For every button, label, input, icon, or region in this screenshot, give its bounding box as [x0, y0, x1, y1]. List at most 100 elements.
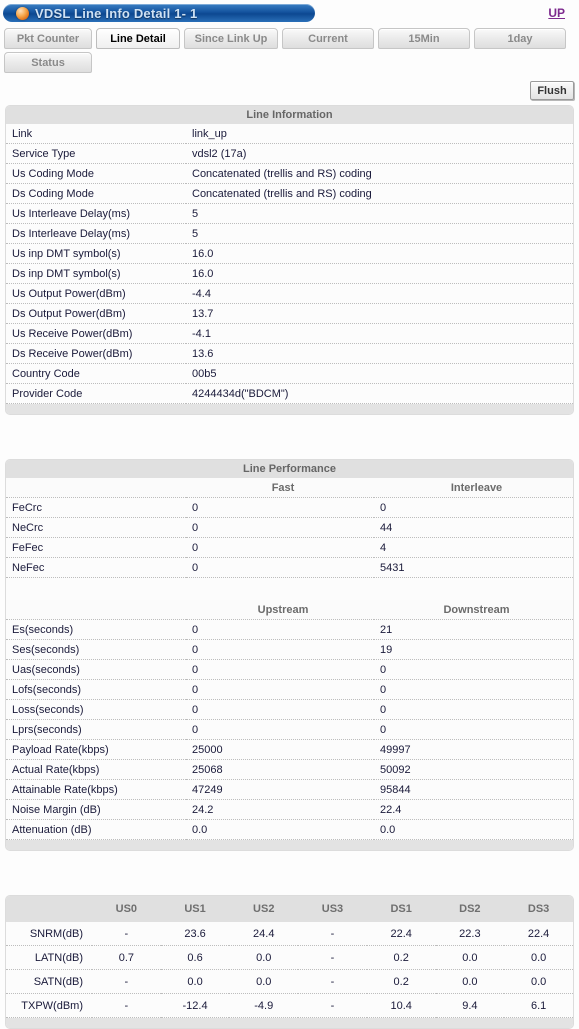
row-label: Provider Code: [6, 383, 186, 404]
row-label: Ds inp DMT symbol(s): [6, 263, 186, 284]
tab-1day[interactable]: 1day: [474, 28, 566, 49]
row-value: 0.0: [229, 969, 299, 994]
line-information-table: Link link_up Service Type vdsl2 (17a) Us…: [6, 124, 573, 404]
fast-interleave-table: Fast Interleave FeCrc 0 0 NeCrc 0 44 FeF…: [6, 478, 573, 578]
flush-button[interactable]: Flush: [530, 81, 574, 100]
tab-pkt-counter[interactable]: Pkt Counter: [4, 28, 92, 49]
row-label: Uas(seconds): [6, 659, 186, 680]
tab-since-link-up[interactable]: Since Link Up: [184, 28, 278, 49]
row-label: Us Output Power(dBm): [6, 283, 186, 304]
row-value-upstream: 0: [186, 719, 374, 740]
row-value: Concatenated (trellis and RS) coding: [186, 183, 573, 204]
row-value-upstream: 25000: [186, 739, 374, 760]
row-value: 24.4: [229, 922, 299, 946]
table-row: Ses(seconds) 0 19: [6, 639, 573, 660]
row-value-downstream: 0: [374, 659, 573, 680]
table-header-row: Upstream Downstream: [6, 600, 573, 620]
row-label: Lofs(seconds): [6, 679, 186, 700]
row-value: -: [92, 969, 161, 994]
row-label: Lprs(seconds): [6, 719, 186, 740]
table-row: Lprs(seconds) 0 0: [6, 719, 573, 740]
band-metrics-panel: US0 US1 US2 US3 DS1 DS2 DS3 SNRM(dB) - 2…: [5, 895, 574, 1029]
row-value-upstream: 0: [186, 699, 374, 720]
table-row: NeCrc 0 44: [6, 517, 573, 538]
row-value-downstream: 19: [374, 639, 573, 660]
tab-status[interactable]: Status: [4, 52, 92, 73]
up-link[interactable]: UP: [548, 6, 565, 20]
orange-sphere-icon: [16, 6, 29, 20]
row-value-fast: 0: [186, 537, 374, 558]
row-value: -: [298, 969, 367, 994]
row-value: -12.4: [160, 993, 230, 1018]
row-value-upstream: 25068: [186, 759, 374, 780]
row-value: -: [298, 922, 367, 946]
column-header-downstream: Downstream: [374, 600, 573, 620]
row-label: NeFec: [6, 557, 186, 578]
row-value-downstream: 0: [374, 679, 573, 700]
row-value-interleave: 4: [374, 537, 573, 558]
row-value: 22.3: [435, 922, 505, 946]
column-header-ds3: DS3: [504, 896, 573, 922]
row-value: Concatenated (trellis and RS) coding: [186, 163, 573, 184]
table-row: Ds inp DMT symbol(s) 16.0: [6, 263, 573, 284]
column-header-blank: [6, 896, 92, 922]
row-value: 13.6: [186, 343, 573, 364]
row-label: Us inp DMT symbol(s): [6, 243, 186, 264]
row-label: Ds Receive Power(dBm): [6, 343, 186, 364]
row-value-interleave: 5431: [374, 557, 573, 578]
row-value: 00b5: [186, 363, 573, 384]
row-value: 4244434d("BDCM"): [186, 383, 573, 404]
row-value-interleave: 0: [374, 497, 573, 518]
table-row: Us Output Power(dBm) -4.4: [6, 283, 573, 304]
table-row: Attainable Rate(kbps) 47249 95844: [6, 779, 573, 800]
row-value: 0.0: [504, 969, 573, 994]
tab-line-detail[interactable]: Line Detail: [96, 28, 180, 49]
column-header-interleave: Interleave: [374, 478, 573, 498]
row-value-fast: 0: [186, 497, 374, 518]
row-value: -: [92, 922, 161, 946]
table-row: Loss(seconds) 0 0: [6, 699, 573, 720]
row-value: -: [298, 945, 367, 970]
row-label: Ds Output Power(dBm): [6, 303, 186, 324]
row-value-fast: 0: [186, 557, 374, 578]
row-label: Ds Coding Mode: [6, 183, 186, 204]
table-row: NeFec 0 5431: [6, 557, 573, 578]
row-label: Us Receive Power(dBm): [6, 323, 186, 344]
band-metrics-table: US0 US1 US2 US3 DS1 DS2 DS3 SNRM(dB) - 2…: [6, 896, 573, 1018]
row-value: -: [92, 993, 161, 1018]
table-row: Es(seconds) 0 21: [6, 619, 573, 640]
upstream-downstream-table: Upstream Downstream Es(seconds) 0 21 Ses…: [6, 600, 573, 840]
row-value: 10.4: [366, 993, 436, 1018]
column-header-blank: [6, 600, 186, 620]
row-value-interleave: 44: [374, 517, 573, 538]
row-value-downstream: 0: [374, 699, 573, 720]
row-label: Us Coding Mode: [6, 163, 186, 184]
table-row: Service Type vdsl2 (17a): [6, 143, 573, 164]
table-row: Us Coding Mode Concatenated (trellis and…: [6, 163, 573, 184]
column-header-us3: US3: [298, 896, 367, 922]
table-row: Lofs(seconds) 0 0: [6, 679, 573, 700]
row-value: 0.0: [229, 945, 299, 970]
row-label: Ds Interleave Delay(ms): [6, 223, 186, 244]
tab-bar-row-2: Status: [4, 52, 579, 73]
row-label: Ses(seconds): [6, 639, 186, 660]
table-row: FeFec 0 4: [6, 537, 573, 558]
row-value-upstream: 0: [186, 639, 374, 660]
tab-current[interactable]: Current: [282, 28, 374, 49]
table-row: Actual Rate(kbps) 25068 50092: [6, 759, 573, 780]
row-value-upstream: 0: [186, 679, 374, 700]
row-value: 0.0: [504, 945, 573, 970]
row-label: Actual Rate(kbps): [6, 759, 186, 780]
table-row: Us inp DMT symbol(s) 16.0: [6, 243, 573, 264]
row-value: 5: [186, 203, 573, 224]
table-row: FeCrc 0 0: [6, 497, 573, 518]
row-label: NeCrc: [6, 517, 186, 538]
row-value-upstream: 47249: [186, 779, 374, 800]
row-label: Country Code: [6, 363, 186, 384]
table-row: SNRM(dB) - 23.6 24.4 - 22.4 22.3 22.4: [6, 922, 573, 946]
toolbar-row: Flush: [0, 79, 579, 105]
row-label: Attainable Rate(kbps): [6, 779, 186, 800]
row-label: SNRM(dB): [6, 922, 92, 946]
tab-15min[interactable]: 15Min: [378, 28, 470, 49]
